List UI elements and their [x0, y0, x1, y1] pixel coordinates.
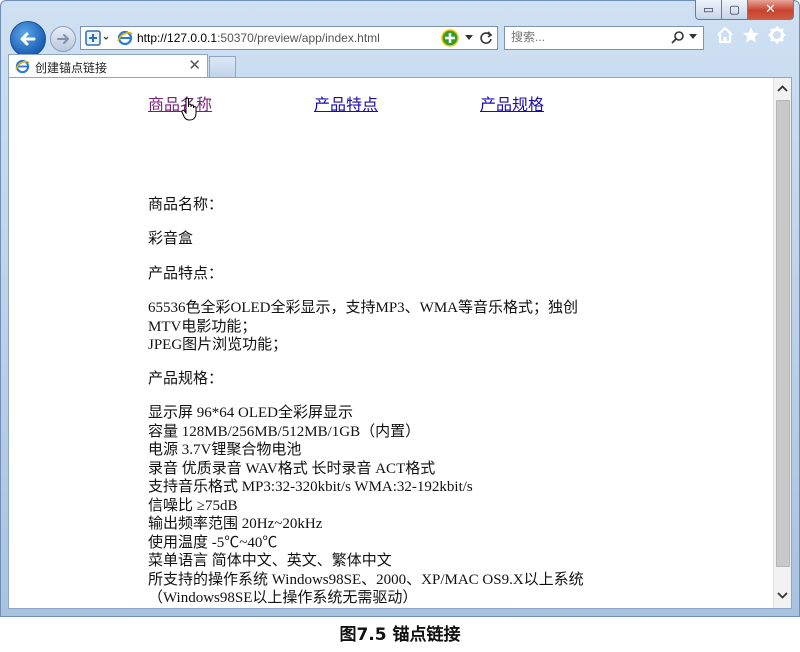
features-line: 65536色全彩OLED全彩显示，支持MP3、WMA等音乐格式；独创: [148, 300, 578, 316]
gear-icon[interactable]: [768, 26, 786, 44]
scrollbar-thumb[interactable]: [776, 100, 790, 567]
ie-tab-icon: [15, 59, 30, 78]
spec-line: 输出频率范围 20Hz~20kHz: [148, 516, 323, 532]
window-controls: ▭ ▢ ✕: [695, 0, 794, 20]
link-product-features[interactable]: 产品特点: [314, 91, 378, 115]
refresh-icon[interactable]: [479, 31, 493, 45]
features-line: JPEG图片浏览功能；: [148, 337, 288, 353]
spec-line: 菜单语言 简体中文、英文、繁体中文: [148, 553, 392, 569]
figure-caption: 图7.5 锚点链接: [339, 625, 461, 645]
section-specs-heading: 产品规格：: [148, 371, 224, 387]
search-box[interactable]: [504, 26, 704, 50]
close-window-button[interactable]: ✕: [748, 0, 794, 20]
search-dropdown-icon[interactable]: [689, 34, 697, 40]
arrow-left-icon: [20, 32, 36, 46]
magnifier-icon[interactable]: [671, 30, 685, 44]
scroll-down-arrow-icon[interactable]: [774, 587, 791, 604]
new-tab-button[interactable]: [209, 56, 236, 77]
vertical-scrollbar[interactable]: [773, 78, 791, 608]
dropdown-icon[interactable]: [465, 35, 473, 41]
section-features-heading: 产品特点：: [148, 266, 224, 282]
spec-line: 支持音乐格式 MP3:32-320kbit/s WMA:32-192kbit/s: [148, 479, 473, 495]
home-icon[interactable]: [716, 26, 734, 44]
section-name-heading: 商品名称：: [148, 197, 224, 213]
tab-active[interactable]: 创建锚点链接 ✕: [8, 54, 208, 77]
minimize-button[interactable]: ▭: [695, 0, 722, 20]
arrow-right-icon: [57, 34, 69, 44]
section-name-value: 彩音盒: [148, 231, 194, 247]
favorites-star-icon[interactable]: [742, 26, 760, 44]
tab-title: 创建锚点链接: [35, 61, 108, 75]
search-tools: [671, 30, 697, 44]
page-content: 商品名称 产品特点 产品规格 商品名称： 彩音盒 产品特点： 65536色全彩O…: [9, 78, 775, 608]
url-path: :50370/preview/app/index.html: [217, 31, 380, 45]
spec-line: （Windows98SE以上操作系统无需驱动）: [148, 590, 418, 606]
maximize-button[interactable]: ▢: [722, 0, 748, 20]
spec-line: 容量 128MB/256MB/512MB/1GB（内置）: [148, 423, 421, 440]
address-tools: [441, 29, 493, 47]
ie-page-icon: [117, 30, 133, 50]
features-line: MTV电影功能；: [148, 318, 257, 335]
scroll-up-arrow-icon[interactable]: [774, 80, 791, 97]
spec-line: 信噪比 ≥75dB: [148, 497, 238, 514]
compat-shield-icon[interactable]: [83, 29, 111, 47]
spec-line: 电源 3.7V锂聚合物电池: [148, 442, 302, 458]
url-host: http://127.0.0.1: [137, 31, 218, 45]
spec-line: 使用温度 -5℃~40℃: [148, 534, 278, 551]
addon-icon[interactable]: [441, 29, 459, 47]
back-button[interactable]: [10, 21, 46, 57]
toolbar-icons: [716, 26, 786, 44]
section-specs-body: 显示屏 96*64 OLED全彩屏显示 容量 128MB/256MB/512MB…: [148, 404, 584, 608]
page-viewport: 商品名称 产品特点 产品规格 商品名称： 彩音盒 产品特点： 65536色全彩O…: [8, 77, 792, 609]
link-product-specs[interactable]: 产品规格: [480, 91, 544, 115]
url-text[interactable]: http://127.0.0.1:50370/preview/app/index…: [137, 31, 380, 45]
section-features-body: 65536色全彩OLED全彩显示，支持MP3、WMA等音乐格式；独创 MTV电影…: [148, 299, 578, 355]
link-product-name[interactable]: 商品名称: [148, 91, 212, 115]
spec-line: 所支持的操作系统 Windows98SE、2000、XP/MAC OS9.X以上…: [148, 571, 584, 588]
spec-line: 显示屏 96*64 OLED全彩屏显示: [148, 405, 353, 421]
hand-cursor-icon: [181, 97, 199, 126]
search-input[interactable]: [511, 30, 661, 44]
tab-close-button[interactable]: ✕: [188, 56, 201, 74]
address-bar[interactable]: http://127.0.0.1:50370/preview/app/index…: [80, 26, 498, 50]
browser-window: ▭ ▢ ✕ http://127.0.0.1:50370/preview/app…: [0, 0, 800, 617]
spec-line: 录音 优质录音 WAV格式 长时录音 ACT格式: [148, 460, 436, 477]
forward-button[interactable]: [50, 26, 76, 52]
